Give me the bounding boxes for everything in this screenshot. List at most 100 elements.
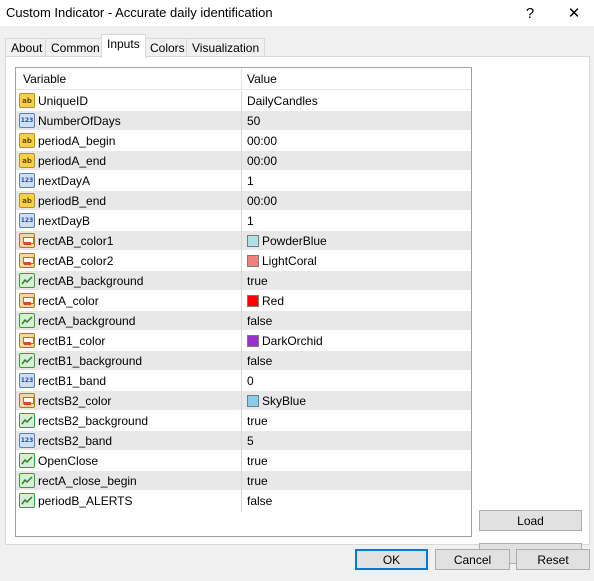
ok-button[interactable]: OK	[355, 549, 428, 570]
value-cell[interactable]: 00:00	[242, 191, 471, 211]
variable-value: 5	[247, 434, 254, 448]
variable-name: NumberOfDays	[38, 114, 121, 128]
integer-type-icon: 123	[19, 173, 35, 188]
table-row[interactable]: 123 nextDayB 1	[16, 211, 471, 231]
table-row[interactable]: rectAB_background true	[16, 271, 471, 291]
tab-inputs[interactable]: Inputs	[101, 34, 146, 58]
help-button[interactable]: ?	[508, 0, 552, 26]
variable-cell: rectsB2_color	[16, 391, 242, 411]
variable-name: periodA_end	[38, 154, 107, 168]
variable-name: rectAB_color1	[38, 234, 114, 248]
variable-value: true	[247, 474, 268, 488]
string-type-icon: ab	[19, 93, 35, 108]
table-row[interactable]: ab periodA_end 00:00	[16, 151, 471, 171]
title-bar: Custom Indicator - Accurate daily identi…	[0, 0, 594, 26]
color-swatch[interactable]	[247, 395, 259, 407]
variable-name: rectsB2_background	[38, 414, 149, 428]
color-swatch[interactable]	[247, 295, 259, 307]
variable-name: rectAB_background	[38, 274, 144, 288]
value-cell[interactable]: DarkOrchid	[242, 331, 471, 351]
table-row[interactable]: 123 NumberOfDays 50	[16, 111, 471, 131]
variable-value: false	[247, 354, 273, 368]
variable-value: 50	[247, 114, 261, 128]
table-row[interactable]: rectsB2_background true	[16, 411, 471, 431]
table-row[interactable]: rectAB_color1 PowderBlue	[16, 231, 471, 251]
color-type-icon	[19, 293, 35, 308]
value-cell[interactable]: 00:00	[242, 151, 471, 171]
value-cell[interactable]: true	[242, 271, 471, 291]
variable-value: 0	[247, 374, 254, 388]
dialog-body: About Common Inputs Colors Visualization…	[0, 26, 594, 581]
variable-value: DailyCandles	[247, 94, 318, 108]
tab-about[interactable]: About	[5, 38, 49, 56]
table-row[interactable]: rectA_color Red	[16, 291, 471, 311]
variable-cell: 123 nextDayA	[16, 171, 242, 191]
value-cell[interactable]: 1	[242, 171, 471, 191]
variable-cell: 123 nextDayB	[16, 211, 242, 231]
variable-cell: 123 NumberOfDays	[16, 111, 242, 131]
color-type-icon	[19, 333, 35, 348]
table-row[interactable]: ab periodB_end 00:00	[16, 191, 471, 211]
value-cell[interactable]: Red	[242, 291, 471, 311]
value-cell[interactable]: SkyBlue	[242, 391, 471, 411]
table-row[interactable]: ab UniqueID DailyCandles	[16, 91, 471, 111]
reset-button[interactable]: Reset	[516, 549, 590, 570]
variable-cell: ab periodB_end	[16, 191, 242, 211]
boolean-type-icon	[19, 413, 35, 428]
help-icon: ?	[525, 4, 535, 22]
table-row[interactable]: OpenClose true	[16, 451, 471, 471]
value-cell[interactable]: true	[242, 471, 471, 491]
value-cell[interactable]: false	[242, 491, 471, 511]
value-cell[interactable]: false	[242, 351, 471, 371]
variable-value: DarkOrchid	[262, 334, 323, 348]
table-row[interactable]: rectA_background false	[16, 311, 471, 331]
color-swatch[interactable]	[247, 235, 259, 247]
load-button[interactable]: Load	[479, 510, 582, 531]
boolean-type-icon	[19, 453, 35, 468]
value-cell[interactable]: false	[242, 311, 471, 331]
column-header-variable[interactable]: Variable	[16, 68, 242, 90]
table-row[interactable]: rectsB2_color SkyBlue	[16, 391, 471, 411]
tab-common[interactable]: Common	[45, 38, 106, 56]
value-cell[interactable]: LightCoral	[242, 251, 471, 271]
variable-value: LightCoral	[262, 254, 317, 268]
value-cell[interactable]: 00:00	[242, 131, 471, 151]
table-row[interactable]: 123 nextDayA 1	[16, 171, 471, 191]
value-cell[interactable]: 1	[242, 211, 471, 231]
table-row[interactable]: ab periodA_begin 00:00	[16, 131, 471, 151]
close-button[interactable]: ✕	[552, 0, 594, 26]
tab-colors[interactable]: Colors	[144, 38, 191, 56]
boolean-type-icon	[19, 273, 35, 288]
value-cell[interactable]: 0	[242, 371, 471, 391]
variable-value: SkyBlue	[262, 394, 307, 408]
table-row[interactable]: rectB1_background false	[16, 351, 471, 371]
table-row[interactable]: rectA_close_begin true	[16, 471, 471, 491]
value-cell[interactable]: 50	[242, 111, 471, 131]
value-cell[interactable]: 5	[242, 431, 471, 451]
table-row[interactable]: 123 rectsB2_band 5	[16, 431, 471, 451]
integer-type-icon: 123	[19, 113, 35, 128]
grid-header: Variable Value	[16, 68, 471, 90]
variable-value: true	[247, 454, 268, 468]
table-row[interactable]: rectAB_color2 LightCoral	[16, 251, 471, 271]
variable-cell: rectB1_background	[16, 351, 242, 371]
variable-cell: rectAB_background	[16, 271, 242, 291]
color-swatch[interactable]	[247, 255, 259, 267]
table-row[interactable]: 123 rectB1_band 0	[16, 371, 471, 391]
table-row[interactable]: periodB_ALERTS false	[16, 491, 471, 511]
value-cell[interactable]: true	[242, 451, 471, 471]
value-cell[interactable]: PowderBlue	[242, 231, 471, 251]
table-row[interactable]: rectB1_color DarkOrchid	[16, 331, 471, 351]
value-cell[interactable]: true	[242, 411, 471, 431]
variable-cell: rectA_background	[16, 311, 242, 331]
color-swatch[interactable]	[247, 335, 259, 347]
tab-visualization[interactable]: Visualization	[186, 38, 266, 56]
variable-name: rectA_color	[38, 294, 99, 308]
value-cell[interactable]: DailyCandles	[242, 91, 471, 111]
column-header-value[interactable]: Value	[242, 68, 471, 90]
variable-value: true	[247, 274, 268, 288]
cancel-button[interactable]: Cancel	[435, 549, 510, 570]
variable-value: 1	[247, 214, 254, 228]
boolean-type-icon	[19, 473, 35, 488]
variable-cell: ab periodA_begin	[16, 131, 242, 151]
